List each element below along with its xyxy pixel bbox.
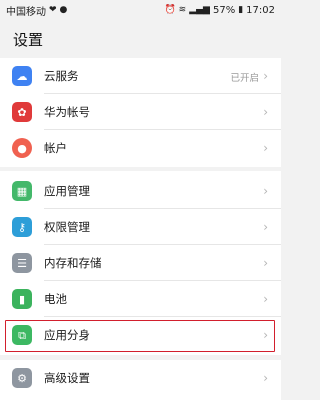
battery-icon: ▮ [12, 289, 32, 309]
wifi-icon: ≋ [178, 4, 187, 15]
settings-item-label: 云服务 [44, 69, 79, 83]
heart-icon: ❤ [49, 4, 57, 15]
chevron-right-icon: › [263, 256, 268, 270]
app-twin-icon: ⧉ [12, 325, 32, 345]
settings-item-label: 权限管理 [44, 220, 90, 234]
settings-item-label: 高级设置 [44, 371, 90, 385]
chevron-right-icon: › [263, 328, 268, 342]
page-title: 设置 [13, 31, 44, 49]
status-bar: 中国移动 ❤ ● ⏰ ≋ ▂▄▆ 57% ▮ 17:02 [0, 0, 281, 20]
settings-item-storage[interactable]: ☰ 内存和存储 › [0, 245, 281, 281]
chevron-right-icon: › [263, 292, 268, 306]
settings-item-label: 应用分身 [44, 328, 90, 342]
gear-icon: ⚙ [12, 368, 32, 388]
chevron-right-icon: › [263, 105, 268, 119]
settings-item-label: 电池 [44, 292, 67, 306]
settings-item-advanced[interactable]: ⚙ 高级设置 › [0, 360, 281, 396]
chevron-right-icon: › [263, 371, 268, 385]
huawei-icon: ✿ [12, 102, 32, 122]
settings-item-app-management[interactable]: ▦ 应用管理 › [0, 173, 281, 209]
chevron-right-icon: › [263, 220, 268, 234]
settings-item-label: 应用管理 [44, 184, 90, 198]
settings-group-account: ☁ 云服务 已开启 › ✿ 华为帐号 › ● 帐户 › [0, 58, 281, 167]
settings-item-cloud[interactable]: ☁ 云服务 已开启 › [0, 58, 281, 94]
apps-icon: ▦ [12, 181, 32, 201]
chevron-right-icon: › [263, 184, 268, 198]
chevron-right-icon: › [263, 69, 268, 83]
settings-item-label: 内存和存储 [44, 256, 102, 270]
settings-item-value: 已开启 [230, 73, 259, 84]
cloud-icon: ☁ [12, 66, 32, 86]
settings-item-permissions[interactable]: ⚷ 权限管理 › [0, 209, 281, 245]
storage-icon: ☰ [12, 253, 32, 273]
alarm-icon: ⏰ [164, 4, 176, 15]
signal-icon: ▂▄▆ [189, 4, 210, 15]
account-icon: ● [12, 138, 32, 158]
settings-item-label: 帐户 [44, 141, 67, 155]
clock: 17:02 [246, 4, 275, 16]
settings-group-apps: ▦ 应用管理 › ⚷ 权限管理 › ☰ 内存和存储 › ▮ 电池 › ⧉ 应用分… [0, 171, 281, 355]
wechat-icon: ● [59, 4, 68, 15]
settings-item-label: 华为帐号 [44, 105, 90, 119]
chevron-right-icon: › [263, 141, 268, 155]
carrier-label: 中国移动 [6, 6, 46, 18]
settings-item-app-twin[interactable]: ⧉ 应用分身 › [0, 317, 281, 353]
settings-group-advanced: ⚙ 高级设置 › [0, 360, 281, 400]
key-icon: ⚷ [12, 217, 32, 237]
battery-icon: ▮ [238, 4, 244, 15]
settings-item-account[interactable]: ● 帐户 › [0, 130, 281, 166]
settings-item-battery[interactable]: ▮ 电池 › [0, 281, 281, 317]
settings-item-huawei-account[interactable]: ✿ 华为帐号 › [0, 94, 281, 130]
battery-level: 57% [212, 4, 236, 16]
